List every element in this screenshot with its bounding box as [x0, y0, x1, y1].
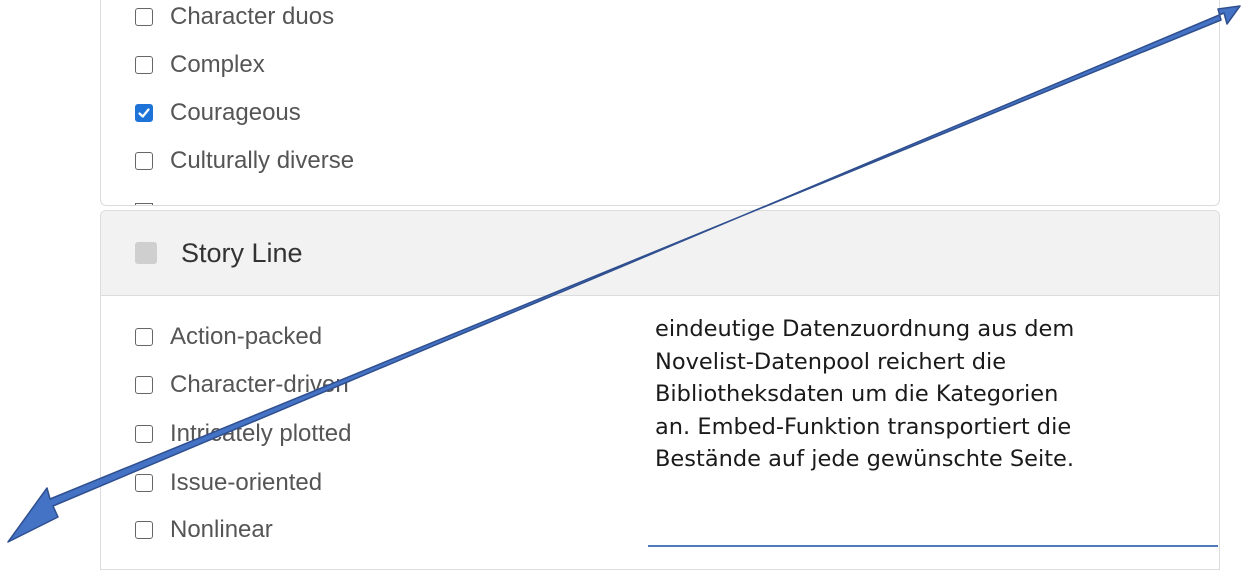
option-label: Character duos	[170, 3, 335, 30]
clipped-checkbox	[135, 203, 153, 205]
option-character-duos[interactable]: Character duos	[135, 3, 334, 31]
option-label: Culturally diverse	[170, 147, 355, 174]
option-label: Intricately plotted	[170, 420, 352, 447]
checkbox-checked[interactable]	[135, 104, 153, 122]
caption-text: eindeutige Datenzuordnung aus dem Noveli…	[655, 313, 1235, 476]
caption-underline	[648, 545, 1218, 547]
option-label: Character-driven	[170, 371, 349, 398]
group-checkbox[interactable]	[135, 242, 157, 264]
left-gutter	[0, 0, 100, 550]
option-complex[interactable]: Complex	[135, 51, 265, 79]
caption-line-3: Bibliotheksdaten um die Kategorien	[655, 381, 1059, 407]
checkbox[interactable]	[135, 328, 153, 346]
option-label: Courageous	[170, 99, 301, 126]
checkbox[interactable]	[135, 474, 153, 492]
option-label: Nonlinear	[170, 516, 273, 543]
option-culturally-diverse[interactable]: Culturally diverse	[135, 147, 354, 175]
panel-title: Story Line	[181, 237, 303, 268]
checkbox[interactable]	[135, 152, 153, 170]
option-courageous[interactable]: Courageous	[135, 99, 301, 127]
checkbox[interactable]	[135, 8, 153, 26]
option-action-packed[interactable]: Action-packed	[135, 323, 322, 351]
facet-panel-upper: Character duos Complex Courageous Cultur…	[100, 0, 1220, 206]
caption-line-2: Novelist-Datenpool reichert die	[655, 348, 1007, 375]
option-character-driven[interactable]: Character-driven	[135, 371, 349, 399]
checkbox[interactable]	[135, 376, 153, 394]
caption-line-5: Bestände auf jede gewünschte Seite.	[655, 446, 1075, 472]
option-label: Issue-oriented	[170, 469, 323, 496]
option-nonlinear[interactable]: Nonlinear	[135, 516, 273, 544]
caption-line-1: eindeutige Datenzuordnung aus dem	[655, 316, 1075, 342]
panel-header[interactable]: Story Line	[101, 211, 1219, 296]
option-issue-oriented[interactable]: Issue-oriented	[135, 469, 322, 497]
checkmark-icon	[138, 108, 150, 118]
checkbox[interactable]	[135, 521, 153, 539]
option-label: Complex	[170, 51, 265, 78]
checkbox[interactable]	[135, 56, 153, 74]
checkbox[interactable]	[135, 425, 153, 443]
option-intricately-plotted[interactable]: Intricately plotted	[135, 420, 351, 448]
option-label: Action-packed	[170, 323, 323, 350]
caption-line-4: an. Embed-Funktion transportiert die	[655, 413, 1072, 440]
